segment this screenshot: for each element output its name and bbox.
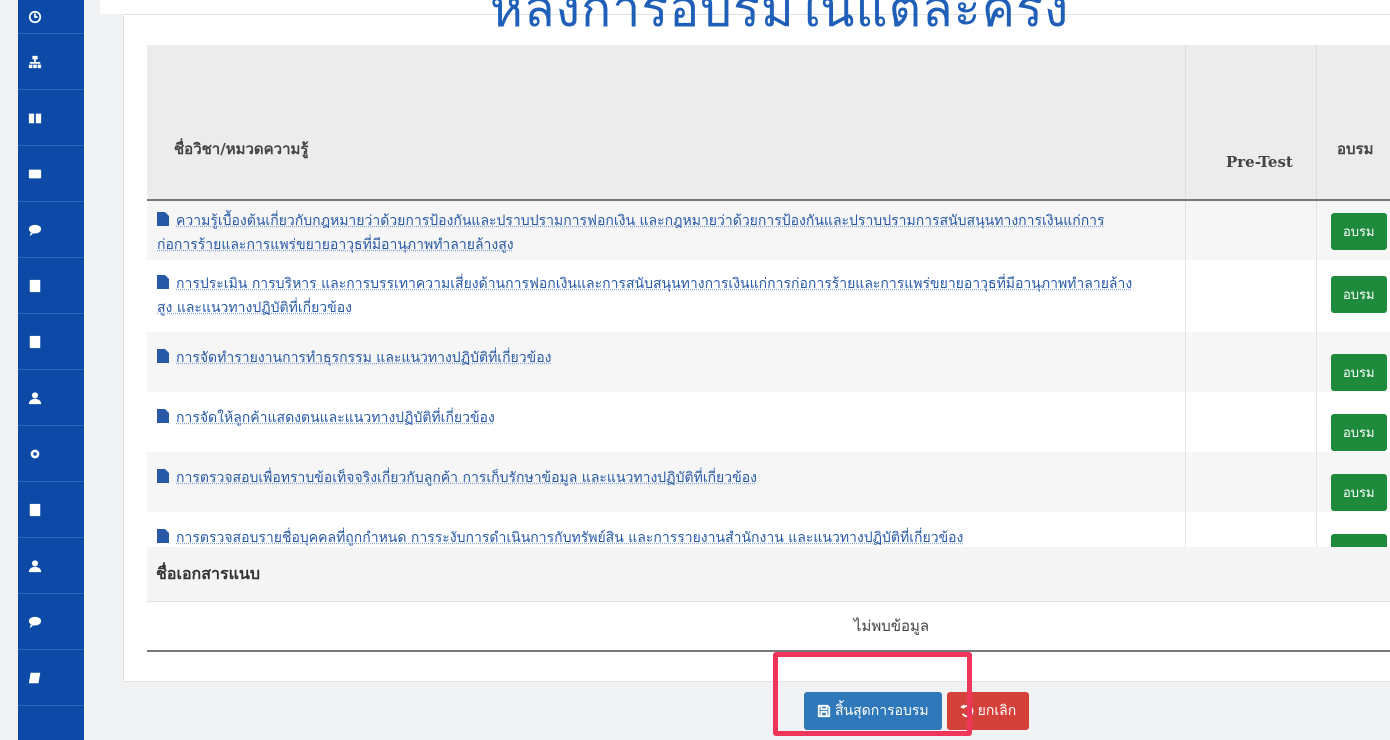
pretest-cell (1185, 332, 1317, 392)
table-row: การประเมิน การบริหาร และการบรรเทาความเสี… (147, 260, 1390, 332)
train-button[interactable]: อบรม (1331, 354, 1387, 391)
document-icon (157, 212, 169, 226)
sidebar-item-structure[interactable] (18, 34, 84, 90)
book-icon (28, 113, 42, 123)
gear-icon (30, 449, 40, 458)
course-link[interactable]: การตรวจสอบเพื่อทราบข้อเท็จจริงเกี่ยวกับล… (176, 470, 757, 486)
pretest-cell (1185, 260, 1317, 332)
calculator-icon (29, 279, 41, 292)
pretest-cell (1185, 452, 1317, 512)
course-link[interactable]: ความรู้เบื้องต้นเกี่ยวกับกฎหมายว่าด้วยกา… (157, 213, 1105, 253)
sidebar-item-calc-3[interactable] (18, 482, 84, 538)
empty-message: ไม่พบข้อมูล (147, 601, 1390, 652)
column-header-training: อบรม (1316, 45, 1390, 201)
user-icon (28, 391, 42, 404)
document-icon (157, 349, 169, 363)
course-link[interactable]: การจัดทำรายงานการทำธุรกรรม และแนวทางปฏิบ… (176, 350, 551, 366)
sidebar (18, 0, 84, 740)
page-title: หลังการอบรมในแต่ละครั้ง (490, 0, 1070, 38)
course-link[interactable]: การจัดให้ลูกค้าแสดงตนและแนวทางปฏิบัติที่… (176, 410, 495, 426)
sidebar-item-clock[interactable] (18, 0, 84, 34)
calculator-icon (29, 503, 41, 516)
document-icon (157, 529, 169, 543)
card-icon (28, 169, 42, 178)
column-header-pretest: Pre-Test (1185, 45, 1317, 201)
pretest-cell (1185, 200, 1317, 260)
document-icon (157, 469, 169, 483)
course-table: ชื่อวิชา/หมวดความรู้ Pre-Test อบรม ความร… (147, 45, 1390, 575)
calculator-icon (29, 335, 41, 348)
clock-icon (28, 10, 42, 23)
user-icon (28, 559, 42, 572)
sidebar-item-user-2[interactable] (18, 538, 84, 594)
sidebar-item-calc-2[interactable] (18, 314, 84, 370)
train-button[interactable]: อบรม (1331, 213, 1387, 250)
sitemap-icon (28, 55, 42, 68)
chat-icon (28, 224, 42, 236)
train-button[interactable]: อบรม (1331, 414, 1387, 451)
sidebar-item-book[interactable] (18, 650, 84, 706)
sidebar-item-cards[interactable] (18, 146, 84, 202)
train-button[interactable]: อบรม (1331, 474, 1387, 511)
column-header-name: ชื่อวิชา/หมวดความรู้ (147, 45, 1186, 201)
table-row: การจัดทำรายงานการทำธุรกรรม และแนวทางปฏิบ… (147, 332, 1390, 392)
sidebar-item-chat-2[interactable] (18, 594, 84, 650)
sidebar-item-user-1[interactable] (18, 370, 84, 426)
course-link[interactable]: การประเมิน การบริหาร และการบรรเทาความเสี… (157, 276, 1132, 316)
course-link[interactable]: การตรวจสอบรายชื่อบุคคลที่ถูกกำหนด การระง… (176, 530, 963, 546)
table-row: ความรู้เบื้องต้นเกี่ยวกับกฎหมายว่าด้วยกา… (147, 200, 1390, 260)
pretest-cell (1185, 392, 1317, 452)
training-panel: ชื่อวิชา/หมวดความรู้ Pre-Test อบรม ความร… (123, 14, 1390, 682)
attachment-table: ชื่อเอกสารแนบ ไม่พบข้อมูล (147, 547, 1390, 652)
highlight-box (773, 652, 972, 736)
table-row: การจัดให้ลูกค้าแสดงตนและแนวทางปฏิบัติที่… (147, 392, 1390, 452)
sidebar-item-chat[interactable] (18, 202, 84, 258)
sidebar-item-calc-1[interactable] (18, 258, 84, 314)
cancel-label: ยกเลิก (977, 703, 1017, 719)
sidebar-item-courses[interactable] (18, 90, 84, 146)
title-banner: หลังการอบรมในแต่ละครั้ง (100, 0, 1390, 38)
train-button[interactable]: อบรม (1331, 276, 1387, 313)
document-icon (157, 275, 169, 289)
book-closed-icon (28, 672, 41, 683)
chat-icon (28, 616, 42, 628)
sidebar-item-settings[interactable] (18, 426, 84, 482)
attachment-header: ชื่อเอกสารแนบ (147, 547, 1390, 602)
table-row: การตรวจสอบเพื่อทราบข้อเท็จจริงเกี่ยวกับล… (147, 452, 1390, 512)
document-icon (157, 409, 169, 423)
